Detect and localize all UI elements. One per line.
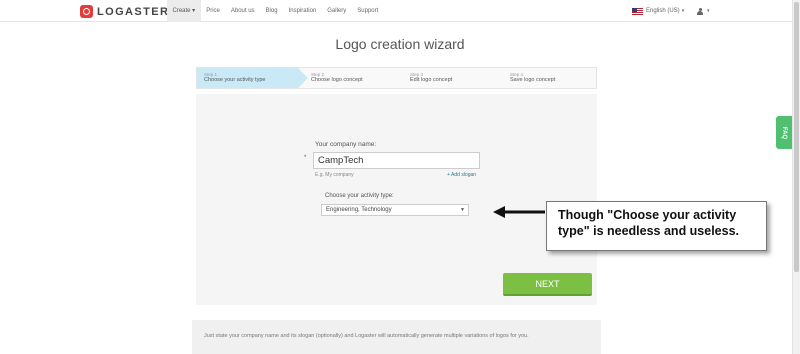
- step-4[interactable]: Step 4 Save logo concept: [503, 68, 555, 88]
- company-name-hint: E.g. My company: [315, 172, 354, 178]
- nav-gallery[interactable]: Gallery: [322, 0, 352, 22]
- scrollbar-thumb[interactable]: [794, 2, 799, 272]
- nav-support[interactable]: Support: [352, 0, 384, 22]
- chevron-down-icon: ▾: [707, 8, 710, 14]
- us-flag-icon: [632, 7, 643, 15]
- annotation-arrow-icon: [493, 206, 545, 218]
- step-3[interactable]: Step 3 Edit logo concept: [403, 68, 452, 88]
- nav-create[interactable]: Create ▾: [167, 0, 201, 22]
- company-name-label: Your company name:: [315, 141, 377, 148]
- footer-info-text: Just state your company name and its slo…: [204, 333, 529, 339]
- wizard-steps: Step 1 Choose your activity type Step 2 …: [196, 67, 597, 89]
- dropdown-caret-icon: ▼: [460, 207, 465, 213]
- step-name: Edit logo concept: [410, 77, 453, 83]
- language-label: English (US): [646, 8, 680, 14]
- nav-inspiration[interactable]: Inspiration: [283, 0, 322, 22]
- faq-label: FAQ: [781, 126, 787, 139]
- user-icon: [697, 7, 703, 15]
- page-title: Logo creation wizard: [335, 36, 465, 52]
- faq-tab[interactable]: FAQ: [776, 116, 792, 149]
- main-nav: Create ▾ Price About us Blog Inspiration…: [167, 0, 384, 22]
- step-name: Save logo concept: [510, 77, 556, 83]
- page-scrollbar[interactable]: [792, 0, 800, 354]
- next-button[interactable]: NEXT: [503, 273, 592, 296]
- nav-about-us[interactable]: About us: [225, 0, 260, 22]
- required-marker: *: [304, 155, 307, 161]
- chevron-down-icon: ▾: [681, 8, 685, 14]
- annotation-callout: Though "Choose your activity type" is ne…: [546, 201, 767, 251]
- language-selector[interactable]: English (US) ▾: [632, 0, 684, 22]
- user-menu[interactable]: ▾: [697, 0, 710, 22]
- step-name: Choose your activity type: [204, 77, 266, 83]
- logo-mark-icon: [80, 5, 93, 18]
- step-name: Choose logo concept: [311, 77, 363, 83]
- nav-blog[interactable]: Blog: [260, 0, 283, 22]
- activity-type-value: Engineering, Technology: [326, 207, 392, 213]
- top-navbar: LOGASTER Create ▾ Price About us Blog In…: [0, 0, 800, 22]
- step-2[interactable]: Step 2 Choose logo concept: [304, 68, 363, 88]
- company-name-input[interactable]: CampTech: [313, 152, 480, 169]
- activity-type-select[interactable]: Engineering, Technology ▼: [321, 204, 469, 216]
- add-slogan-link[interactable]: + Add slogan: [447, 172, 476, 178]
- step-1[interactable]: Step 1 Choose your activity type: [197, 68, 308, 88]
- activity-type-label: Choose your activity type:: [325, 193, 394, 199]
- nav-price[interactable]: Price: [201, 0, 226, 22]
- logo-text: LOGASTER: [97, 5, 170, 18]
- logaster-logo[interactable]: LOGASTER: [80, 4, 169, 19]
